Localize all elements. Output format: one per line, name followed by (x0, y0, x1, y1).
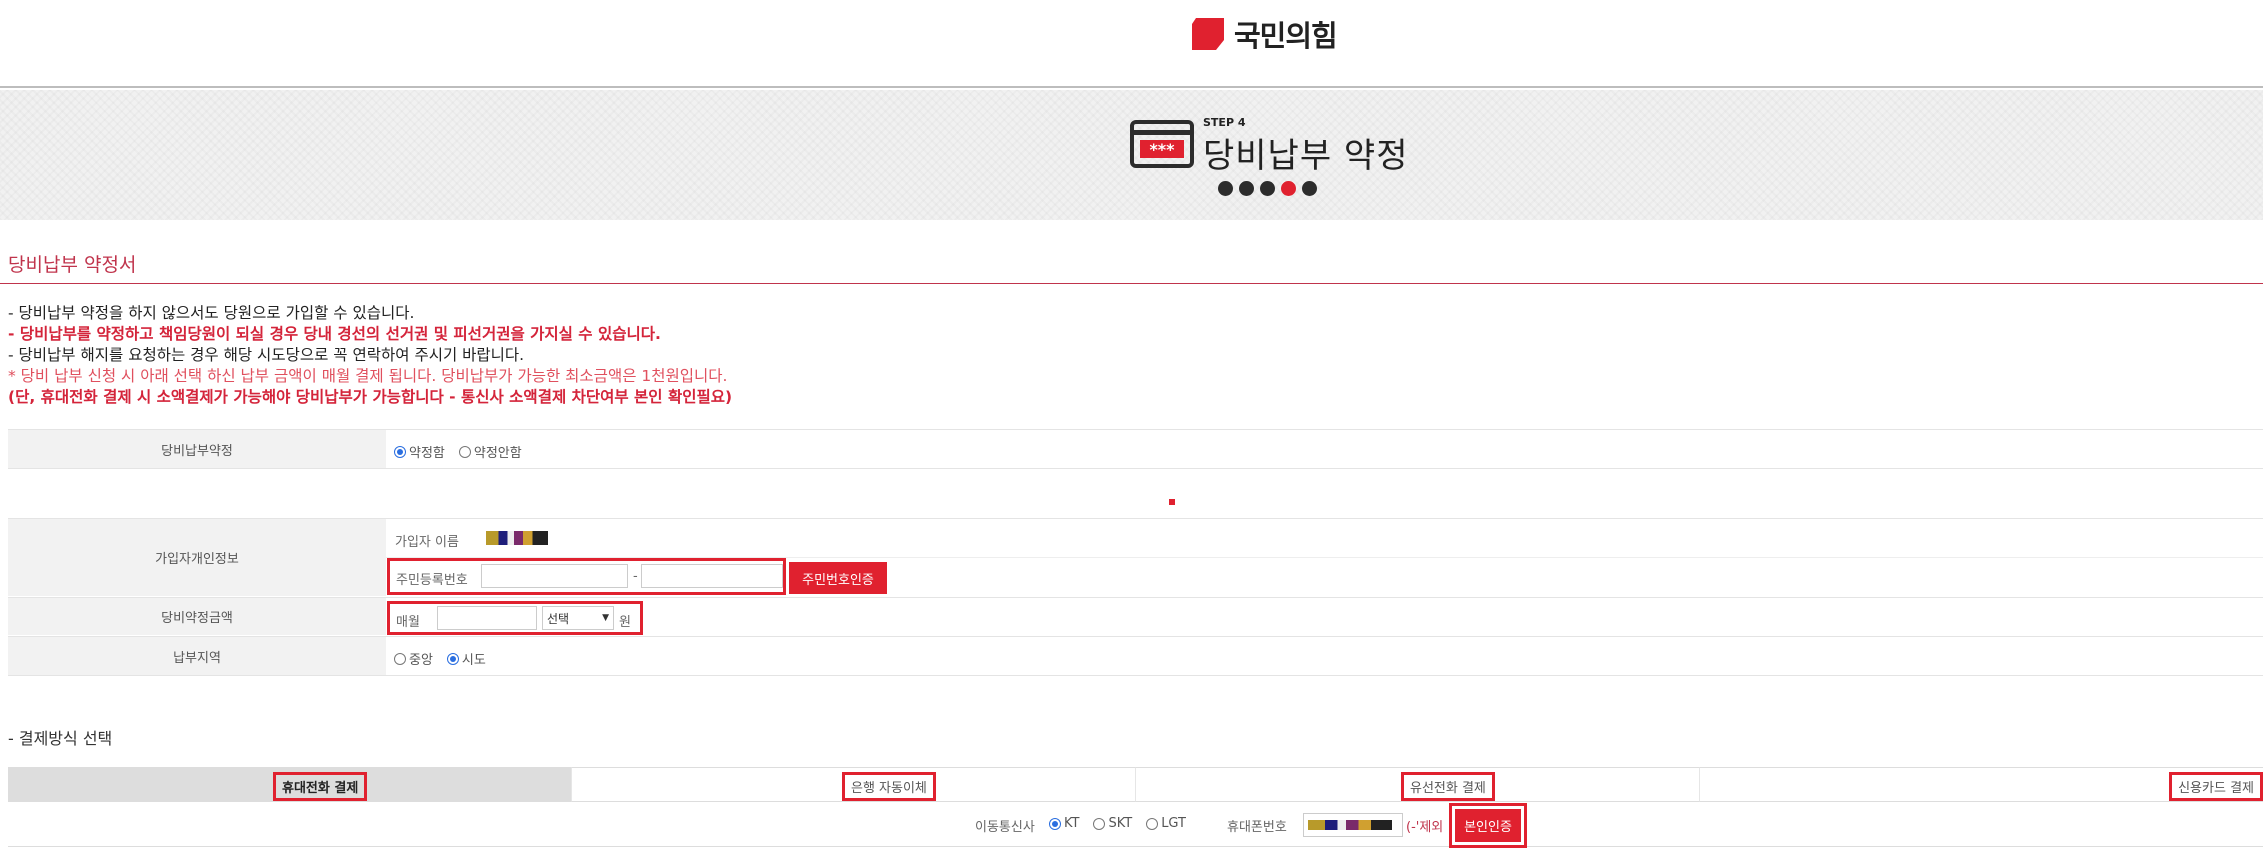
amount-select[interactable]: 선택 ▼ (542, 606, 614, 630)
logo-text: 국민의힘 (1234, 19, 1338, 53)
tab-mobile-payment[interactable]: 휴대전화 결제 (8, 767, 572, 802)
rrn-field-group: 주민등록번호 - (387, 558, 786, 595)
notice-item: (단, 휴대전화 결제 시 소액결제가 가능해야 당비납부가 가능합니다 - 통… (8, 388, 733, 406)
tab-label: 휴대전화 결제 (273, 772, 368, 801)
radio-icon (458, 445, 471, 458)
step-indicator (1218, 181, 1317, 196)
pledge-option-yes[interactable]: 약정함 (394, 442, 445, 461)
region-row: 납부지역 중앙 시도 (8, 636, 2263, 676)
identity-verify-button[interactable]: 본인인증 (1455, 809, 1521, 842)
logo-mark-icon (1190, 16, 1226, 52)
member-name-label: 가입자 이름 (395, 535, 459, 550)
phone-input[interactable] (1303, 813, 1403, 837)
pledge-label: 당비납부약정 (8, 430, 386, 468)
card-icon-text: *** (1149, 140, 1175, 159)
tab-bank-transfer[interactable]: 은행 자동이체 (572, 767, 1136, 802)
carrier-options: KT SKT LGT (1049, 816, 1200, 831)
section-title: 당비납부 약정서 (8, 254, 137, 276)
amount-row: 당비약정금액 (8, 597, 2263, 635)
carrier-label: 이동통신사 (975, 820, 1035, 835)
amount-label: 당비약정금액 (8, 598, 386, 635)
chevron-down-icon: ▼ (602, 613, 609, 623)
tab-label: 은행 자동이체 (842, 772, 936, 801)
rrn-back-input[interactable] (641, 564, 783, 588)
payment-section-title: - 결제방식 선택 (8, 729, 113, 748)
tab-credit-card[interactable]: 신용카드 결제 (1700, 767, 2263, 802)
radio-icon (1093, 817, 1106, 830)
step-dot (1239, 181, 1254, 196)
notice-item: - 당비납부 해지를 요청하는 경우 해당 시도당으로 꼭 연락하여 주시기 바… (8, 346, 525, 364)
radio-icon (1146, 817, 1159, 830)
amount-field-group: 매월 선택 ▼ 원 (387, 601, 643, 635)
step-dot (1260, 181, 1275, 196)
phone-label: 휴대폰번호 (1227, 820, 1287, 835)
rrn-verify-button[interactable]: 주민번호인증 (789, 562, 887, 594)
mobile-payment-form: 이동통신사 KT SKT LGT 휴대폰번호 (-'제외 (8, 803, 2263, 847)
verify-button-frame: 본인인증 (1449, 803, 1527, 848)
region-options: 중앙 시도 (394, 649, 500, 668)
step-dot-active (1281, 181, 1296, 196)
radio-checked-icon (394, 445, 406, 458)
rrn-front-input[interactable] (481, 564, 628, 588)
site-header: 국민의힘 (0, 0, 2263, 88)
card-icon: *** (1130, 120, 1194, 168)
amount-suffix: 원 (619, 615, 631, 630)
tab-landline-payment[interactable]: 유선전화 결제 (1136, 767, 1700, 802)
step-title: 당비납부 약정 (1203, 136, 1409, 176)
region-label: 납부지역 (8, 637, 386, 675)
amount-input[interactable] (437, 606, 537, 630)
pledge-options: 약정함 약정안함 (394, 442, 536, 461)
step-banner: *** STEP 4 당비납부 약정 (0, 90, 2263, 220)
red-marker (1169, 499, 1175, 505)
party-logo[interactable]: 국민의힘 (1190, 14, 1338, 54)
radio-icon (394, 652, 406, 665)
region-option-central[interactable]: 중앙 (394, 649, 433, 668)
notice-item: - 당비납부를 약정하고 책임당원이 되실 경우 당내 경선의 선거권 및 피선… (8, 325, 661, 343)
radio-checked-icon (446, 652, 459, 665)
notice-item: * 당비 납부 신청 시 아래 선택 하신 납부 금액이 매월 결제 됩니다. … (8, 367, 728, 385)
rrn-label: 주민등록번호 (396, 573, 468, 588)
rrn-separator: - (633, 569, 638, 584)
pledge-row: 당비납부약정 약정함 약정안함 (8, 429, 2263, 469)
pledge-option-no[interactable]: 약정안함 (458, 442, 522, 461)
radio-checked-icon (1049, 817, 1061, 830)
amount-select-value: 선택 (547, 611, 570, 626)
personal-info-label: 가입자개인정보 (8, 519, 386, 596)
notice-item: - 당비납부 약정을 하지 않으서도 당원으로 가입할 수 있습니다. (8, 304, 415, 322)
tab-label: 신용카드 결제 (2169, 772, 2263, 801)
carrier-option-skt[interactable]: SKT (1093, 816, 1132, 831)
step-dot (1218, 181, 1233, 196)
payment-tabs: 휴대전화 결제 은행 자동이체 유선전화 결제 신용카드 결제 (8, 767, 2263, 802)
member-name-value-redacted (486, 531, 548, 545)
section-divider (0, 283, 2263, 284)
carrier-option-lgt[interactable]: LGT (1146, 816, 1186, 831)
step-dot (1302, 181, 1317, 196)
tab-label: 유선전화 결제 (1401, 772, 1495, 801)
carrier-option-kt[interactable]: KT (1049, 816, 1079, 831)
personal-info-row: 가입자개인정보 가입자 이름 (8, 518, 2263, 596)
phone-note: (-'제외 (1406, 820, 1444, 835)
notice-list: - 당비납부 약정을 하지 않으서도 당원으로 가입할 수 있습니다. - 당비… (8, 303, 732, 408)
amount-prefix: 매월 (396, 615, 420, 630)
region-option-province[interactable]: 시도 (446, 649, 486, 668)
phone-value-redacted (1308, 820, 1392, 830)
